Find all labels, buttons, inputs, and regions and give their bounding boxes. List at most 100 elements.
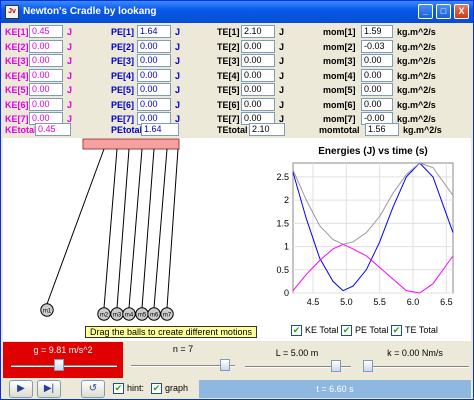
ke-label: KE[1]: [5, 27, 29, 37]
mom-field[interactable]: -0.03: [361, 39, 393, 53]
y-tick-label: 1.5: [276, 218, 289, 228]
x-tick-label: 5.0: [340, 297, 353, 307]
te-unit: J: [279, 70, 285, 81]
mom-unit: kg.m^2/s: [397, 41, 436, 52]
bottom-toolbar: ▶ ▶| ↺ ✔ hint: ✔ graph t = 6.60 s: [1, 378, 474, 400]
pe-total-field[interactable]: 1.64: [141, 123, 179, 136]
pe-label: PE[5]: [111, 85, 135, 95]
simulation-panel: m1 m2 m3 m4 m5 m6 m7 Energies (J) vs time (s) 4…: [3, 138, 471, 341]
mom-field[interactable]: 1.59: [361, 25, 393, 38]
pe-field[interactable]: 0.00: [137, 54, 171, 67]
pe-label: PE[4]: [111, 70, 135, 81]
graph-checkbox-label: graph: [165, 383, 189, 393]
table-row: KE[6] 0.00 J PE[6] 0.00 J TE[6] 0.00 Jmom[6] 0.00…: [1, 97, 474, 113]
mom-label: mom[6]: [323, 99, 356, 110]
te-unit: J: [279, 85, 285, 95]
title-bar: Jv Newton's Cradle by lookang _ □ X: [1, 1, 473, 23]
app-window: Jv Newton's Cradle by lookang _ □ X KE[1…: [0, 0, 474, 400]
minimize-button[interactable]: _: [418, 4, 433, 19]
te-unit: J: [279, 27, 285, 37]
length-slider-thumb[interactable]: [331, 360, 342, 372]
pendulum-string: [141, 148, 155, 309]
chart-title: Energies (J) vs time (s): [318, 146, 427, 157]
close-button[interactable]: X: [454, 4, 469, 19]
mom-field[interactable]: 0.00: [361, 83, 393, 96]
mom-field[interactable]: 0.00: [361, 54, 393, 67]
te-label: TE[3]: [217, 56, 240, 66]
maximize-button[interactable]: □: [436, 4, 451, 19]
pe-field[interactable]: 0.00: [137, 39, 171, 53]
mom-unit: kg.m^2/s: [397, 56, 436, 66]
mom-unit: kg.m^2/s: [397, 85, 436, 95]
ball-label: m7: [163, 313, 172, 319]
java-icon: Jv: [5, 5, 19, 19]
pendulum-string: [153, 148, 168, 309]
te-field[interactable]: 0.00: [241, 83, 275, 96]
mom-total-field[interactable]: 1.56: [365, 123, 399, 136]
damping-slider-track[interactable]: [363, 366, 469, 368]
ke-label: KE[3]: [5, 56, 29, 66]
ke-label: KE[5]: [5, 85, 29, 95]
step-button[interactable]: ▶|: [37, 380, 61, 398]
legend-checkbox-ke-total[interactable]: ✔: [291, 325, 302, 336]
legend-checkbox-te-total[interactable]: ✔: [391, 325, 402, 336]
te-field[interactable]: 0.00: [241, 54, 275, 67]
mom-label: mom[1]: [323, 27, 356, 37]
plot-area: [292, 162, 454, 294]
y-tick-label: 2: [284, 195, 289, 205]
te-field[interactable]: 0.00: [241, 68, 275, 82]
ke-unit: J: [67, 41, 73, 52]
ke-unit: J: [67, 85, 73, 95]
mom-field[interactable]: 0.00: [361, 68, 393, 82]
legend-checkbox-label: TE Total: [405, 325, 438, 335]
mom-total-label: momtotal: [319, 125, 360, 135]
graph-checkbox[interactable]: ✔: [151, 383, 162, 394]
ke-label: KE[2]: [5, 41, 29, 52]
length-slider-label: L = 5.00 m: [275, 348, 319, 358]
pe-field[interactable]: 0.00: [137, 97, 171, 111]
ke-field[interactable]: 0.00: [29, 68, 63, 82]
ke-unit: J: [67, 56, 73, 66]
pe-field[interactable]: 0.00: [137, 83, 171, 96]
ke-field[interactable]: 0.00: [29, 39, 63, 53]
mom-field[interactable]: 0.00: [361, 97, 393, 111]
ball-label: m4: [125, 313, 134, 319]
pe-field[interactable]: 1.64: [137, 25, 171, 38]
gravity-slider-thumb[interactable]: [54, 359, 65, 371]
cradle-support: [82, 138, 180, 150]
y-tick-label: 1: [284, 242, 289, 252]
legend-checkbox-label: PE Total: [355, 325, 389, 335]
te-label: TE[4]: [217, 70, 240, 81]
ke-total-field[interactable]: 0.45: [35, 123, 71, 136]
ke-field[interactable]: 0.00: [29, 83, 63, 96]
te-total-label: TEtotal: [217, 125, 248, 135]
hint-checkbox[interactable]: ✔: [113, 383, 124, 394]
ke-field[interactable]: 0.00: [29, 54, 63, 67]
hint-checkbox-label: hint:: [127, 383, 145, 393]
x-tick-label: 5.5: [373, 297, 386, 307]
ke-field[interactable]: 0.45: [29, 25, 63, 38]
pe-unit: J: [175, 85, 181, 95]
te-label: TE[1]: [217, 27, 240, 37]
te-field[interactable]: 2.10: [241, 25, 275, 38]
y-tick-label: 0: [284, 288, 289, 298]
damping-slider-thumb[interactable]: [363, 360, 373, 372]
pe-total-label: PEtotal: [111, 125, 143, 135]
ke-field[interactable]: 0.00: [29, 97, 63, 111]
n-slider-thumb[interactable]: [220, 359, 231, 371]
te-total-field[interactable]: 2.10: [249, 123, 285, 136]
gravity-slider-panel: g = 9.81 m/s^2: [3, 342, 123, 378]
mom-unit: kg.m^2/s: [397, 70, 436, 81]
pe-field[interactable]: 0.00: [137, 68, 171, 82]
gravity-slider-label: g = 9.81 m/s^2: [33, 345, 93, 355]
legend-checkbox-pe-total[interactable]: ✔: [341, 325, 352, 336]
legend-checkbox-label: KE Total: [305, 325, 339, 335]
ke-total-label: KEtotal: [5, 125, 37, 135]
reset-button[interactable]: ↺: [81, 380, 105, 398]
hint-label: Drag the balls to create different motio…: [85, 326, 257, 338]
te-field[interactable]: 0.00: [241, 39, 275, 53]
te-field[interactable]: 0.00: [241, 97, 275, 111]
pe-unit: J: [175, 70, 181, 81]
pe-label: PE[1]: [111, 27, 135, 37]
play-button[interactable]: ▶: [9, 380, 33, 398]
